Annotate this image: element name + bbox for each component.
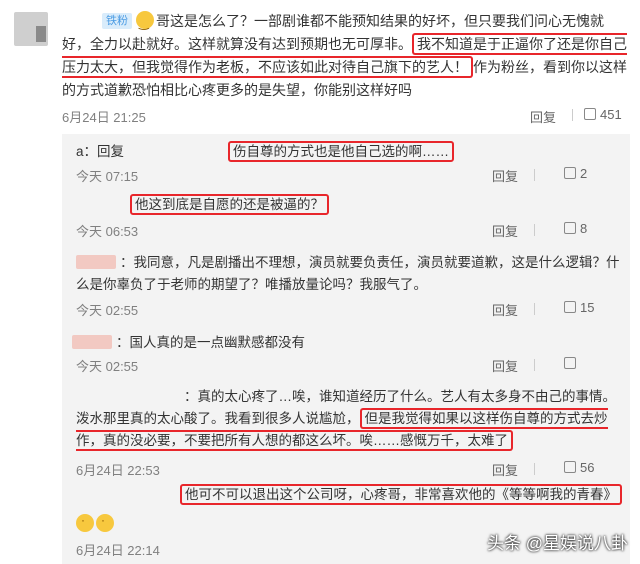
divider [534,303,535,315]
thumbs-up-icon [584,108,596,120]
fan-badge[interactable]: 铁粉 [102,13,132,29]
like-count: 8 [580,221,588,236]
thumbs-up-icon [564,301,576,313]
highlighted-text: 伤自尊的方式也是他自己选的啊…… [228,141,455,162]
emoji-group [76,513,120,536]
main-comment: 铁粉哥这是怎么了？一部剧谁都不能预知结果的好坏，但只要我们问心无愧就好，全力以赴… [0,0,640,130]
reply-text: ：真的太心疼了…唉，谁知道经历了什么。艺人有太多身不由己的事情。泼水那里真的太心… [76,386,624,452]
heart-eyes-emoji-icon [96,513,114,532]
reply-text: ：国人真的是一点幽默感都没有 [72,332,640,354]
like-button[interactable]: 56 [564,460,594,475]
reply-meta: 今天 07:15 回复 2 [76,166,616,184]
reply-button[interactable]: 回复 [492,356,518,375]
avatar[interactable] [14,12,48,46]
reply-meta: 今天 06:53 回复 8 [76,221,616,239]
watermark: 头条 @星娱说八卦 [487,534,628,553]
reply-button[interactable]: 回复 [492,300,518,319]
reply-prefix: a：回复 [76,144,125,159]
like-button[interactable]: 2 [564,166,587,181]
divider [534,463,535,475]
reply-text: a：回复 伤自尊的方式也是他自己选的啊…… [76,141,624,163]
like-button[interactable] [564,356,580,371]
like-count: 15 [580,300,595,315]
thumbs-up-icon [564,222,576,234]
reply-date: 6月24日 22:53 [76,463,160,478]
like-button[interactable]: 8 [564,221,587,236]
smile-emoji-icon [136,11,154,35]
reply-button[interactable]: 回复 [492,221,518,240]
reply-body: ：国人真的是一点幽默感都没有 [116,335,305,350]
reply-date: 6月24日 22:14 [76,543,160,558]
reply-button[interactable]: 回复 [492,460,518,479]
reply-button[interactable]: 回复 [530,107,556,126]
divider [572,109,573,121]
reply-body: ：我同意，凡是剧播出不理想，演员就要负责任，演员就要道歉，这是什么逻辑？什么是你… [76,255,620,292]
reply-date: 今天 07:15 [76,169,139,184]
divider [534,224,535,236]
heart-eyes-emoji-icon [76,513,94,532]
like-count: 56 [580,460,595,475]
reply-text: 他可不可以退出这个公司呀，心疼哥，非常喜欢他的《等等啊我的青春》 [180,484,622,506]
divider [534,169,535,181]
reply-meta: 今天 02:55 回复 [76,356,616,374]
reply-text: 他这到底是自愿的还是被逼的？ [130,194,640,216]
reply-text: ：我同意，凡是剧播出不理想，演员就要负责任，演员就要道歉，这是什么逻辑？什么是你… [76,252,624,296]
like-button[interactable]: 15 [564,300,594,315]
highlighted-text: 他这到底是自愿的还是被逼的？ [130,194,329,215]
comment-date: 6月24日 21:25 [62,110,146,125]
reply-meta: 6月24日 22:53 回复 56 [76,460,616,478]
comment-meta: 6月24日 21:25 回复 451 [62,105,628,125]
reply-button[interactable]: 回复 [492,166,518,185]
reply-date: 今天 06:53 [76,224,139,239]
thumbs-up-icon [564,461,576,473]
like-button[interactable]: 451 [584,107,622,122]
reply-date: 今天 02:55 [76,359,139,374]
main-comment-text: 铁粉哥这是怎么了？一部剧谁都不能预知结果的好坏，但只要我们问心无愧就好，全力以赴… [62,10,628,102]
like-count: 2 [580,166,588,181]
reply-list: a：回复 伤自尊的方式也是他自己选的啊…… 今天 07:15 回复 2 他这到底是… [62,134,630,564]
username[interactable] [76,255,116,269]
reply-date: 今天 02:55 [76,303,139,318]
reply-meta: 今天 02:55 回复 15 [76,300,616,318]
highlighted-text: 他可不可以退出这个公司呀，心疼哥，非常喜欢他的《等等啊我的青春》 [180,484,622,505]
thumbs-up-icon [564,167,576,179]
username[interactable] [72,335,112,349]
divider [534,359,535,371]
thumbs-up-icon [564,357,576,369]
like-count: 451 [600,107,622,122]
